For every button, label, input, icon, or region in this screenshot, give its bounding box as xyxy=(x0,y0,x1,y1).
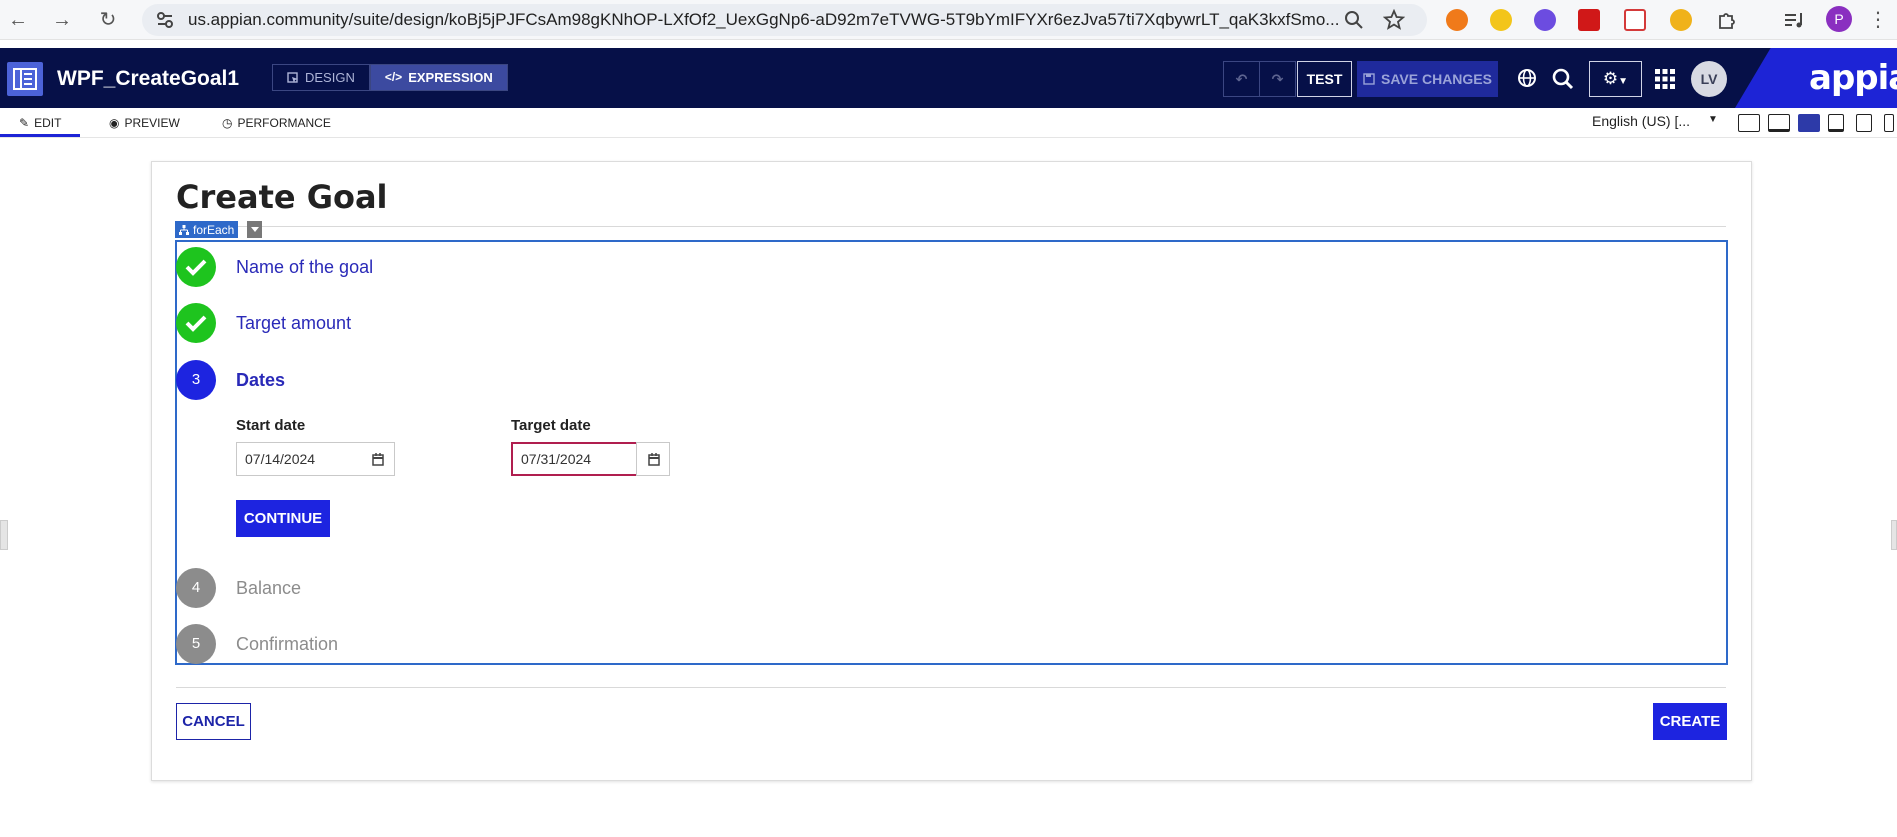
laptop-view-icon[interactable] xyxy=(1828,114,1844,132)
user-avatar[interactable]: LV xyxy=(1691,61,1727,97)
url-text[interactable]: us.appian.community/suite/design/koBj5jP… xyxy=(188,10,1339,30)
step-4-label: Balance xyxy=(236,578,302,598)
step-3-number: 3 xyxy=(176,360,216,400)
footer-divider xyxy=(176,687,1726,688)
tab-performance-label: PERFORMANCE xyxy=(237,116,331,130)
cancel-button[interactable]: CANCEL xyxy=(176,703,251,740)
reload-icon[interactable]: ↻ xyxy=(96,8,120,32)
search-icon[interactable] xyxy=(1551,67,1575,91)
fit-width-icon[interactable] xyxy=(1738,114,1760,132)
forward-icon[interactable]: → xyxy=(50,8,74,32)
undo-button[interactable]: ↶ xyxy=(1223,61,1260,97)
settings-menu-button[interactable]: ⚙▼ xyxy=(1589,61,1642,97)
chevron-down-icon: ▼ xyxy=(1708,114,1718,125)
expression-mode-button[interactable]: </> EXPRESSION xyxy=(369,64,508,91)
calendar-icon xyxy=(372,453,384,466)
puzzle-extensions-icon[interactable] xyxy=(1716,9,1738,31)
chevron-down-icon: ▼ xyxy=(1618,76,1629,87)
redo-button[interactable]: ↷ xyxy=(1259,61,1296,97)
tablet-view-icon[interactable] xyxy=(1856,114,1872,132)
foreach-label: forEach xyxy=(193,222,235,237)
pencil-icon: ✎ xyxy=(19,116,30,130)
extension-icon[interactable] xyxy=(1490,9,1512,31)
eye-icon: ◉ xyxy=(109,116,120,130)
gear-icon: ⚙ xyxy=(1602,69,1619,88)
step-1-check-icon xyxy=(176,247,216,287)
extension-icon[interactable] xyxy=(1578,9,1600,31)
save-changes-button[interactable]: SAVE CHANGES xyxy=(1357,61,1498,97)
tab-edit-label: EDIT xyxy=(34,116,62,130)
extension-icon[interactable] xyxy=(1534,9,1556,31)
app-grid-icon[interactable] xyxy=(1654,68,1676,90)
start-date-label: Start date xyxy=(236,417,306,434)
step-2-label[interactable]: Target amount xyxy=(236,313,351,334)
hierarchy-icon xyxy=(179,224,189,235)
code-icon: </> xyxy=(384,70,403,84)
profile-avatar[interactable]: P xyxy=(1826,6,1852,32)
appian-logo: appian xyxy=(1809,58,1897,98)
interface-icon xyxy=(7,62,43,96)
continue-button[interactable]: CONTINUE xyxy=(236,500,330,537)
target-date-label: Target date xyxy=(511,417,591,434)
design-mode-button[interactable]: DESIGN xyxy=(272,64,370,91)
clock-icon: ◷ xyxy=(222,116,233,130)
desktop-view-icon[interactable] xyxy=(1798,114,1820,132)
locale-value: English (US) [... xyxy=(1592,113,1691,129)
calendar-icon xyxy=(648,453,660,466)
mode-toggle: DESIGN </> EXPRESSION xyxy=(272,64,508,91)
test-button[interactable]: TEST xyxy=(1297,61,1352,97)
back-icon[interactable]: ← xyxy=(6,8,30,32)
locale-select[interactable]: English (US) [... ▼ xyxy=(1592,113,1724,135)
tab-preview-label: PREVIEW xyxy=(124,116,180,130)
bookmark-star-icon[interactable] xyxy=(1383,9,1405,31)
extension-icon[interactable] xyxy=(1446,9,1468,31)
app-title: WPF_CreateGoal1 xyxy=(57,67,240,90)
start-date-calendar-button[interactable] xyxy=(361,442,395,476)
page-title: Create Goal xyxy=(176,178,388,216)
save-icon xyxy=(1363,73,1375,85)
foreach-tag[interactable]: forEach xyxy=(175,221,239,238)
zoom-icon[interactable] xyxy=(1343,9,1365,31)
site-settings-icon[interactable] xyxy=(154,9,176,31)
step-5-label: Confirmation xyxy=(236,634,339,654)
design-cursor-icon xyxy=(287,71,298,83)
left-panel-toggle[interactable] xyxy=(0,520,8,550)
step-4-number: 4 xyxy=(176,568,216,608)
media-controls-icon[interactable] xyxy=(1782,9,1804,31)
save-changes-label: SAVE CHANGES xyxy=(1381,71,1492,87)
globe-icon[interactable] xyxy=(1516,67,1540,91)
expression-mode-label: EXPRESSION xyxy=(408,70,493,85)
target-date-field[interactable]: 07/31/2024 xyxy=(511,442,638,476)
step-1-label[interactable]: Name of the goal xyxy=(236,257,373,278)
title-divider xyxy=(176,226,1726,227)
start-date-field[interactable]: 07/14/2024 xyxy=(236,442,363,476)
tab-edit-indicator xyxy=(0,134,80,137)
design-mode-label: DESIGN xyxy=(305,70,355,85)
step-5-number: 5 xyxy=(176,624,216,664)
tab-edit[interactable]: ✎ EDIT xyxy=(19,116,61,130)
step-3-label: Dates xyxy=(236,370,286,390)
right-panel-toggle[interactable] xyxy=(1891,520,1897,550)
extension-icon[interactable] xyxy=(1670,9,1692,31)
tab-performance[interactable]: ◷ PERFORMANCE xyxy=(222,116,331,130)
create-button[interactable]: CREATE xyxy=(1653,703,1727,740)
step-2-check-icon xyxy=(176,303,216,343)
target-date-calendar-button[interactable] xyxy=(636,442,670,476)
tab-preview[interactable]: ◉ PREVIEW xyxy=(109,116,180,130)
wide-desktop-icon[interactable] xyxy=(1768,114,1790,132)
foreach-dropdown[interactable] xyxy=(247,221,262,238)
selected-component-outline[interactable] xyxy=(175,240,1728,665)
extension-icon[interactable] xyxy=(1624,9,1646,31)
phone-view-icon[interactable] xyxy=(1884,114,1894,132)
browser-menu-icon[interactable]: ⋮ xyxy=(1866,8,1890,32)
